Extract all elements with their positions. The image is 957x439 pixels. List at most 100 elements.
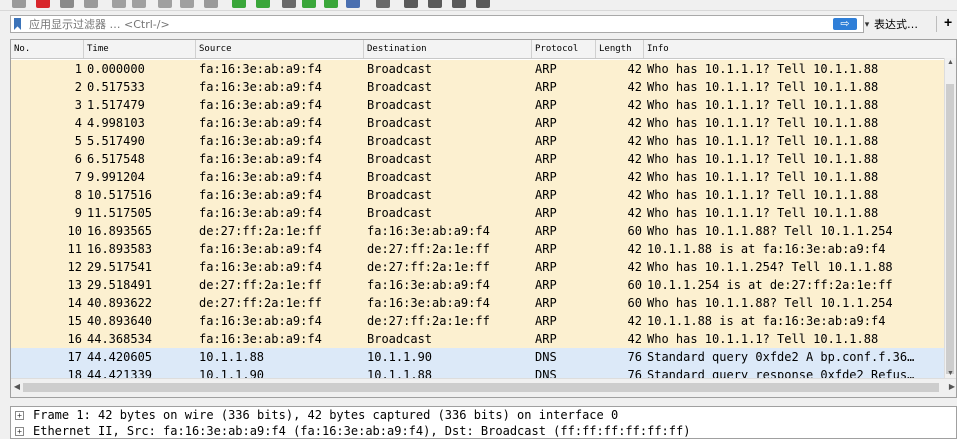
- stop-icon[interactable]: [36, 0, 50, 8]
- column-header-length[interactable]: Length: [596, 40, 644, 58]
- display-filter-bar: ⇨ ▾ 表达式… +: [0, 12, 957, 38]
- open-icon[interactable]: [112, 0, 126, 8]
- packet-length: 60: [627, 278, 642, 292]
- goto-icon[interactable]: [282, 0, 296, 8]
- packet-time: 9.991204: [87, 170, 145, 184]
- packet-source: fa:16:3e:ab:a9:f4: [199, 170, 322, 184]
- packet-protocol: ARP: [535, 224, 557, 238]
- packet-destination: de:27:ff:2a:1e:ff: [367, 260, 490, 274]
- display-filter-box: ⇨ ▾: [10, 15, 869, 33]
- packet-details-pane[interactable]: + Frame 1: 42 bytes on wire (336 bits), 4…: [10, 406, 957, 439]
- packet-destination: 10.1.1.90: [367, 350, 433, 364]
- expand-plus-icon[interactable]: +: [15, 427, 24, 436]
- packet-time: 40.893622: [87, 296, 153, 310]
- zoom-out-icon[interactable]: [428, 0, 442, 8]
- packet-row[interactable]: 17 44.420605 10.1.1.88 10.1.1.90 DNS 76 Standa…: [11, 348, 946, 366]
- packet-list[interactable]: No. Time Source Destination Protocol Len…: [10, 39, 957, 398]
- packet-no: 9: [74, 206, 82, 220]
- packet-rows: 1 0.000000 fa:16:3e:ab:a9:f4 Broadcast ARP 42…: [11, 60, 946, 384]
- colorize-icon[interactable]: [376, 0, 390, 8]
- zoom-in-icon[interactable]: [404, 0, 418, 8]
- scroll-left-arrow-icon[interactable]: ◀: [11, 379, 23, 395]
- expression-button[interactable]: 表达式…: [874, 16, 918, 32]
- packet-time: 4.998103: [87, 116, 145, 130]
- find-icon[interactable]: [204, 0, 218, 8]
- vertical-scroll-thumb[interactable]: [946, 84, 954, 374]
- options-icon[interactable]: [84, 0, 98, 8]
- column-header-time[interactable]: Time: [84, 40, 196, 58]
- filter-history-dropdown-icon[interactable]: ▾: [861, 17, 873, 31]
- column-header-destination[interactable]: Destination: [364, 40, 532, 58]
- column-header-info[interactable]: Info: [644, 40, 946, 58]
- packet-info: Who has 10.1.1.254? Tell 10.1.1.88: [647, 260, 893, 274]
- packet-protocol: ARP: [535, 80, 557, 94]
- packet-row[interactable]: 15 40.893640 fa:16:3e:ab:a9:f4 de:27:ff:2a:…: [11, 312, 946, 330]
- horizontal-scroll-thumb[interactable]: [23, 383, 939, 392]
- packet-protocol: DNS: [535, 350, 557, 364]
- packet-row[interactable]: 2 0.517533 fa:16:3e:ab:a9:f4 Broadcast ARP 42…: [11, 78, 946, 96]
- detail-text: Ethernet II, Src: fa:16:3e:ab:a9:f4 (fa:…: [33, 424, 691, 438]
- packet-row[interactable]: 8 10.517516 fa:16:3e:ab:a9:f4 Broadcast ARP 4…: [11, 186, 946, 204]
- packet-no: 5: [74, 134, 82, 148]
- packet-row[interactable]: 1 0.000000 fa:16:3e:ab:a9:f4 Broadcast ARP 42…: [11, 60, 946, 78]
- bookmark-icon[interactable]: [14, 18, 21, 30]
- packet-destination: fa:16:3e:ab:a9:f4: [367, 224, 490, 238]
- packet-protocol: ARP: [535, 314, 557, 328]
- packet-info: 10.1.1.88 is at fa:16:3e:ab:a9:f4: [647, 314, 886, 328]
- packet-list-horizontal-scrollbar[interactable]: ◀ ▶: [11, 378, 956, 397]
- close-file-icon[interactable]: [158, 0, 172, 8]
- last-icon[interactable]: [324, 0, 338, 8]
- packet-time: 10.517516: [87, 188, 153, 202]
- column-header-protocol[interactable]: Protocol: [532, 40, 596, 58]
- packet-row[interactable]: 13 29.518491 de:27:ff:2a:1e:ff fa:16:3e:ab:…: [11, 276, 946, 294]
- packet-length: 60: [627, 224, 642, 238]
- packet-no: 12: [67, 260, 82, 274]
- autoscroll-icon[interactable]: [346, 0, 360, 8]
- packet-source: fa:16:3e:ab:a9:f4: [199, 134, 322, 148]
- zoom-normal-icon[interactable]: [452, 0, 466, 8]
- apply-filter-arrow-icon[interactable]: ⇨: [833, 18, 857, 30]
- packet-no: 8: [74, 188, 82, 202]
- packet-protocol: ARP: [535, 98, 557, 112]
- reload-icon[interactable]: [180, 0, 194, 8]
- restart-icon[interactable]: [60, 0, 74, 8]
- column-header-source[interactable]: Source: [196, 40, 364, 58]
- packet-length: 42: [627, 80, 642, 94]
- packet-row[interactable]: 16 44.368534 fa:16:3e:ab:a9:f4 Broadcast ARP…: [11, 330, 946, 348]
- packet-protocol: ARP: [535, 260, 557, 274]
- packet-row[interactable]: 7 9.991204 fa:16:3e:ab:a9:f4 Broadcast ARP 42…: [11, 168, 946, 186]
- packet-row[interactable]: 5 5.517490 fa:16:3e:ab:a9:f4 Broadcast ARP 42…: [11, 132, 946, 150]
- detail-tree-item[interactable]: + Frame 1: 42 bytes on wire (336 bits), 4…: [11, 407, 956, 423]
- packet-row[interactable]: 14 40.893622 de:27:ff:2a:1e:ff fa:16:3e:ab:…: [11, 294, 946, 312]
- packet-no: 14: [67, 296, 82, 310]
- packet-row[interactable]: 6 6.517548 fa:16:3e:ab:a9:f4 Broadcast ARP 42…: [11, 150, 946, 168]
- shark-fin-icon[interactable]: [12, 0, 26, 8]
- packet-row[interactable]: 3 1.517479 fa:16:3e:ab:a9:f4 Broadcast ARP 42…: [11, 96, 946, 114]
- forward-icon[interactable]: [256, 0, 270, 8]
- packet-row[interactable]: 9 11.517505 fa:16:3e:ab:a9:f4 Broadcast ARP 4…: [11, 204, 946, 222]
- save-icon[interactable]: [132, 0, 146, 8]
- packet-info: Who has 10.1.1.1? Tell 10.1.1.88: [647, 206, 879, 220]
- expand-plus-icon[interactable]: +: [15, 411, 24, 420]
- packet-list-vertical-scrollbar[interactable]: ▲ ▼: [944, 58, 956, 379]
- packet-row[interactable]: 12 29.517541 fa:16:3e:ab:a9:f4 de:27:ff:2a:…: [11, 258, 946, 276]
- resize-columns-icon[interactable]: [476, 0, 490, 8]
- packet-row[interactable]: 10 16.893565 de:27:ff:2a:1e:ff fa:16:3e:ab:…: [11, 222, 946, 240]
- column-header-no[interactable]: No.: [11, 40, 84, 58]
- packet-source: de:27:ff:2a:1e:ff: [199, 224, 322, 238]
- packet-no: 16: [67, 332, 82, 346]
- display-filter-input[interactable]: [29, 16, 819, 32]
- packet-row[interactable]: 11 16.893583 fa:16:3e:ab:a9:f4 de:27:ff:2a:…: [11, 240, 946, 258]
- back-icon[interactable]: [232, 0, 246, 8]
- scroll-up-arrow-icon[interactable]: ▲: [945, 58, 956, 68]
- packet-destination: Broadcast: [367, 170, 433, 184]
- detail-tree-item[interactable]: + Ethernet II, Src: fa:16:3e:ab:a9:f4 (fa…: [11, 423, 956, 438]
- packet-no: 1: [74, 62, 82, 76]
- add-filter-button[interactable]: +: [944, 14, 952, 30]
- packet-source: fa:16:3e:ab:a9:f4: [199, 314, 322, 328]
- first-icon[interactable]: [302, 0, 316, 8]
- scroll-right-arrow-icon[interactable]: ▶: [946, 379, 956, 395]
- packet-row[interactable]: 4 4.998103 fa:16:3e:ab:a9:f4 Broadcast ARP 42…: [11, 114, 946, 132]
- packet-protocol: ARP: [535, 134, 557, 148]
- packet-source: fa:16:3e:ab:a9:f4: [199, 98, 322, 112]
